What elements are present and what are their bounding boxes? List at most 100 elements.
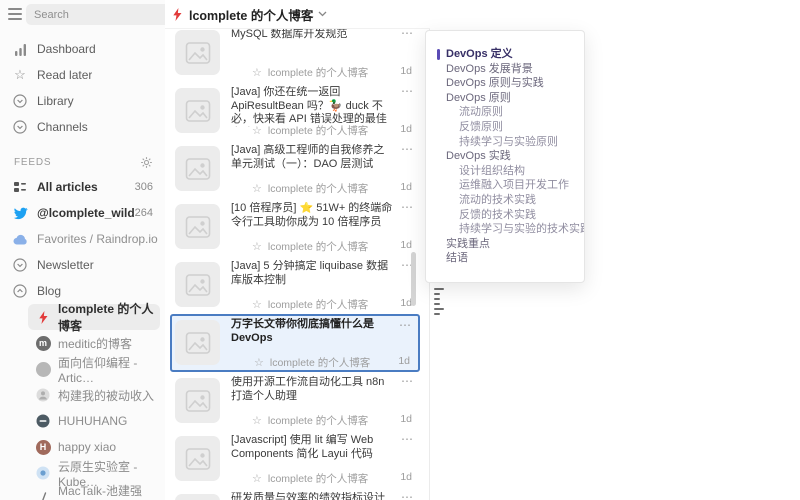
meditic-avatar: m [35, 335, 51, 351]
feeds-section-header: FEEDS [0, 150, 165, 174]
more-icon[interactable]: ⋯ [401, 84, 414, 98]
article-title: [Java] 5 分钟搞定 liquibase 数据库版本控制 [231, 260, 394, 287]
article-list-item[interactable]: [Java] 5 分钟搞定 liquibase 数据库版本控制 ⋯ ☆lcomp… [170, 256, 420, 314]
feed-item-faith-programming[interactable]: 面向信仰编程 - Artic… [28, 356, 160, 382]
toc-item[interactable]: DevOps 实践 [426, 149, 584, 164]
more-icon[interactable]: ⋯ [401, 142, 414, 156]
more-icon[interactable]: ⋯ [401, 200, 414, 214]
toc-item[interactable]: 流动的技术实践 [426, 193, 584, 208]
article-thumbnail [175, 494, 220, 500]
article-list-item[interactable]: 研发质量与效率的绩效指标设计 ⋯ ☆lcomplete 的个人博客 1d [170, 488, 420, 500]
article-thumbnail [175, 88, 220, 133]
article-list-item[interactable]: 万字长文带你彻底搞懂什么是 DevOps ⋯ ☆lcomplete 的个人博客 … [170, 314, 420, 372]
feed-avatar [35, 361, 51, 377]
hamburger-menu-icon[interactable] [8, 8, 22, 20]
more-icon[interactable]: ⋯ [401, 490, 414, 500]
sidebar-item-label: Read later [37, 68, 92, 82]
feed-label: HUHUHANG [58, 414, 127, 428]
twitter-icon [12, 205, 28, 221]
article-title: 万字长文带你彻底搞懂什么是 DevOps [231, 318, 392, 345]
all-articles-icon [12, 179, 28, 195]
feed-item-passive-income[interactable]: 构建我的被动收入 [28, 382, 160, 408]
article-thumbnail [175, 30, 220, 75]
toc-item[interactable]: 结语 [426, 251, 584, 266]
article-outline-indicator[interactable] [434, 288, 444, 318]
feed-label: lcomplete 的个人博客 [58, 300, 160, 334]
star-icon[interactable]: ☆ [252, 241, 262, 253]
search-bar [0, 0, 165, 32]
toc-item[interactable]: DevOps 定义 [426, 47, 584, 62]
more-icon[interactable]: ⋯ [401, 374, 414, 388]
article-thumbnail [175, 378, 220, 423]
star-icon[interactable]: ☆ [252, 183, 262, 195]
search-input[interactable] [26, 4, 174, 25]
article-source: ☆lcomplete 的个人博客 [254, 355, 370, 370]
list-header[interactable]: lcomplete 的个人博客 [165, 0, 430, 29]
toc-item[interactable]: DevOps 原则 [426, 91, 584, 106]
feed-label: happy xiao [58, 440, 116, 454]
feed-item-twitter[interactable]: @lcomplete_wild (Twitt… 264 [0, 200, 165, 226]
pen-icon [35, 491, 51, 500]
star-icon: ☆ [12, 67, 28, 83]
chevron-circle-down-icon [12, 257, 28, 273]
toc-item[interactable]: 设计组织结构 [426, 164, 584, 179]
list-scrollbar-thumb[interactable] [411, 252, 416, 306]
feed-item-newsletter[interactable]: Newsletter [0, 252, 165, 278]
article-list-item[interactable]: [Java] 你还在统一返回 ApiResultBean 吗？🦆 duck 不必… [170, 82, 420, 140]
reader-app: Dashboard ☆ Read later Library Channels … [0, 0, 800, 500]
toc-item[interactable]: 持续学习与实验原则 [426, 135, 584, 150]
toc-item[interactable]: 持续学习与实验的技术实践 [426, 222, 584, 237]
sidebar-item-library[interactable]: Library [0, 88, 165, 114]
person-avatar [35, 387, 51, 403]
lightning-icon [172, 8, 183, 21]
sidebar: Dashboard ☆ Read later Library Channels … [0, 0, 165, 500]
star-icon[interactable]: ☆ [252, 415, 262, 427]
toc-item[interactable]: 反馈的技术实践 [426, 208, 584, 223]
feed-label: 构建我的被动收入 [58, 387, 154, 404]
toc-item[interactable]: DevOps 原则与实践 [426, 76, 584, 91]
toc-item[interactable]: 反馈原则 [426, 120, 584, 135]
article-list-item[interactable]: 使用开源工作流自动化工具 n8n 打造个人助理 ⋯ ☆lcomplete 的个人… [170, 372, 420, 430]
feed-label: @lcomplete_wild (Twitt… [37, 206, 135, 220]
feed-label: meditic的博客 [58, 335, 132, 352]
toc-item[interactable]: DevOps 发展背景 [426, 62, 584, 77]
feed-item-happy-xiao[interactable]: H happy xiao [28, 434, 160, 460]
toc-item[interactable]: 流动原则 [426, 105, 584, 120]
article-list-item[interactable]: [Javascript] 使用 lit 编写 Web Components 简化… [170, 430, 420, 488]
star-icon[interactable]: ☆ [254, 357, 264, 369]
star-icon[interactable]: ☆ [252, 299, 262, 311]
sidebar-item-channels[interactable]: Channels [0, 114, 165, 140]
toc-item[interactable]: 实践重点 [426, 237, 584, 252]
toc-item[interactable]: 运维融入项目开发工作 [426, 178, 584, 193]
more-icon[interactable]: ⋯ [401, 432, 414, 446]
article-source: ☆lcomplete 的个人博客 [252, 471, 368, 486]
star-icon[interactable]: ☆ [252, 473, 262, 485]
gear-icon[interactable] [140, 156, 153, 169]
feed-unread-count: 306 [135, 181, 165, 193]
star-icon[interactable]: ☆ [252, 67, 262, 79]
feeds-header-label: FEEDS [14, 157, 51, 168]
article-list-item[interactable]: MySQL 数据库开发规范 ⋯ ☆lcomplete 的个人博客 1d [170, 24, 420, 82]
sidebar-item-dashboard[interactable]: Dashboard [0, 36, 165, 62]
article-list-item[interactable]: [10 倍程序员] ⭐ 51W+ 的终端命令行工具助你成为 10 倍程序员 ⋯ … [170, 198, 420, 256]
article-title: [Java] 你还在统一返回 ApiResultBean 吗？🦆 duck 不必… [231, 86, 394, 127]
article-age: 1d [400, 471, 412, 483]
article-age: 1d [398, 355, 410, 367]
article-source: ☆lcomplete 的个人博客 [252, 65, 368, 80]
article-list-item[interactable]: [Java] 高级工程师的自我修养之单元测试（一）：DAO 层测试 ⋯ ☆lco… [170, 140, 420, 198]
feed-item-lcomplete-blog[interactable]: lcomplete 的个人博客 [28, 304, 160, 330]
feed-item-all-articles[interactable]: All articles 306 [0, 174, 165, 200]
feed-label: MacTalk-池建强的… [58, 482, 160, 500]
more-icon[interactable]: ⋯ [399, 318, 412, 332]
chevron-circle-up-icon [12, 283, 28, 299]
article-title: [10 倍程序员] ⭐ 51W+ 的终端命令行工具助你成为 10 倍程序员 [231, 202, 394, 229]
feed-item-raindrop[interactable]: Favorites / Raindrop.io [0, 226, 165, 252]
sidebar-item-label: Dashboard [37, 42, 96, 56]
sidebar-item-read-later[interactable]: ☆ Read later [0, 62, 165, 88]
article-source: ☆lcomplete 的个人博客 [252, 239, 368, 254]
feed-label: Blog [37, 284, 61, 298]
feed-item-mactalk[interactable]: MacTalk-池建强的… [28, 486, 160, 500]
feed-item-huhuhang[interactable]: HUHUHANG [28, 408, 160, 434]
article-age: 1d [400, 65, 412, 77]
star-icon[interactable]: ☆ [252, 125, 262, 137]
